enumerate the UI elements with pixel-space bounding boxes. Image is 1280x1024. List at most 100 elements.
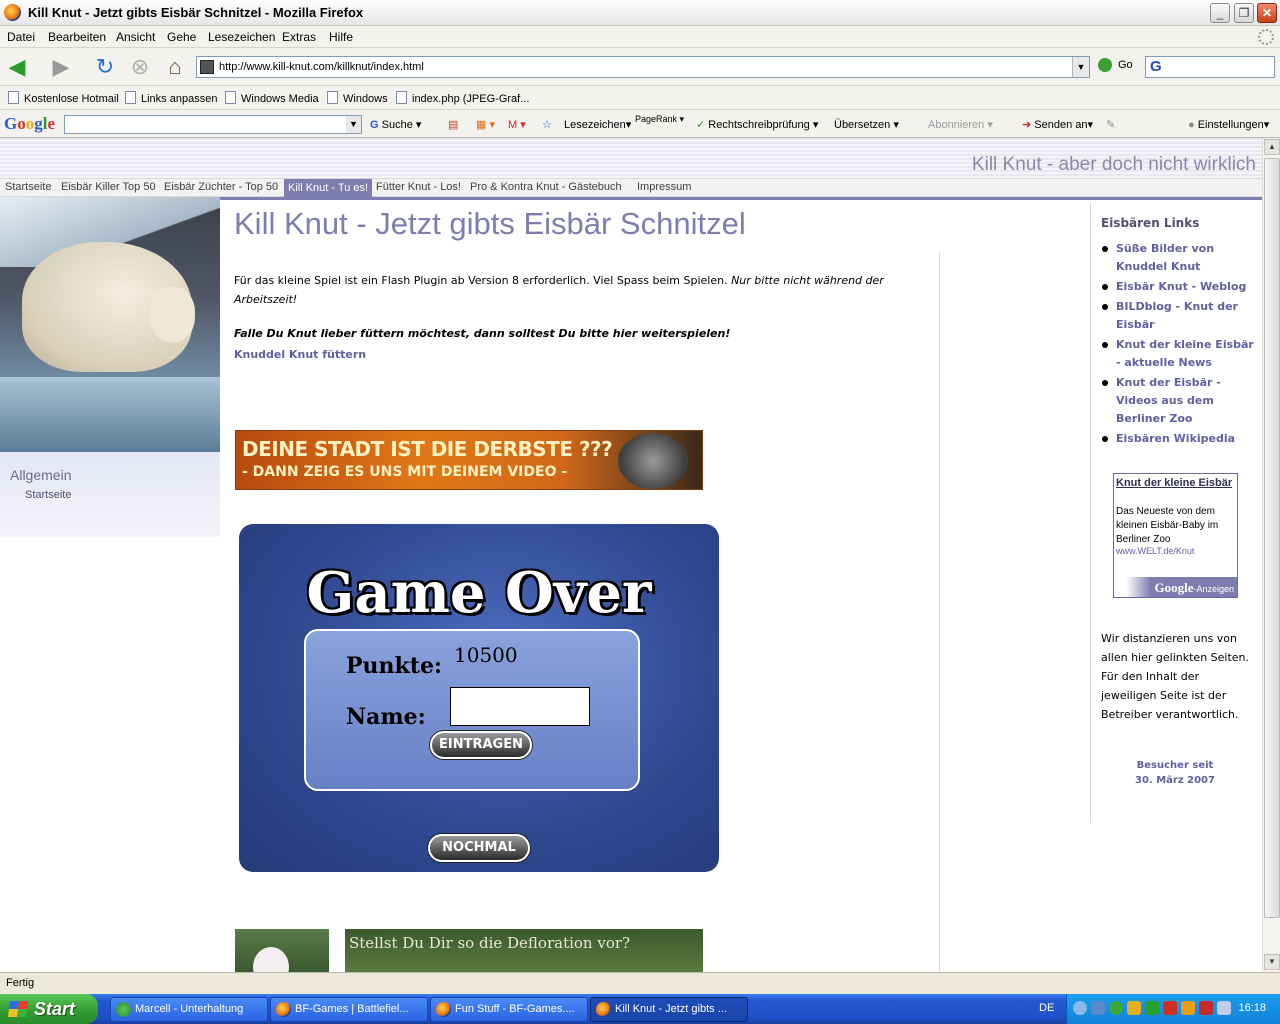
nav-eisbaer-zuechter-top50[interactable]: Eisbär Züchter - Top 50 xyxy=(160,181,282,193)
bottom-banner-ad[interactable]: Stellst Du Dir so die Defloration vor? xyxy=(345,929,703,972)
scroll-up-arrow-icon[interactable]: ▲ xyxy=(1264,139,1280,155)
scroll-down-arrow-icon[interactable]: ▼ xyxy=(1264,954,1280,970)
url-dropdown-button[interactable]: ▼ xyxy=(1072,57,1089,77)
language-indicator[interactable]: DE xyxy=(1039,1002,1054,1014)
tray-app-icon[interactable] xyxy=(1127,1001,1141,1015)
points-label: Punkte: xyxy=(346,653,443,679)
menu-ansicht[interactable]: Ansicht xyxy=(116,30,155,44)
sidebar-link[interactable]: Süße Bilder von Knuddel Knut xyxy=(1101,240,1256,276)
search-box[interactable]: G xyxy=(1145,56,1275,78)
google-bookmarks-button[interactable]: Lesezeichen▾ xyxy=(564,118,631,131)
taskbar-item-msn[interactable]: Marcell - Unterhaltung xyxy=(110,997,268,1022)
taskbar-item-bf-games[interactable]: BF-Games | Battlefiel... xyxy=(270,997,428,1022)
google-search-input[interactable]: ▼ xyxy=(64,115,362,134)
menu-lesezeichen[interactable]: Lesezeichen xyxy=(208,30,275,44)
taskbar-item-fun-stuff[interactable]: Fun Stuff - BF-Games.... xyxy=(430,997,588,1022)
network-icon[interactable] xyxy=(1091,1001,1105,1015)
forward-arrow-icon[interactable]: ▶ xyxy=(48,54,74,80)
bookmark-windows[interactable]: Windows xyxy=(327,91,388,105)
sidebar-link[interactable]: BILDblog - Knut der Eisbär xyxy=(1101,298,1256,334)
menu-extras[interactable]: Extras xyxy=(282,30,316,44)
popup-blocker-icon[interactable]: ▤ xyxy=(448,118,458,131)
name-input[interactable] xyxy=(450,687,590,726)
intro-text: Für das kleine Spiel ist ein Flash Plugi… xyxy=(234,274,884,306)
reload-icon[interactable]: ↻ xyxy=(92,54,118,80)
tray-warning-icon[interactable] xyxy=(1181,1001,1195,1015)
url-input[interactable] xyxy=(219,59,1059,75)
send-to-button[interactable]: ➜ Senden an▾ xyxy=(1022,118,1093,131)
nav-kill-knut[interactable]: Kill Knut - Tu es! xyxy=(284,179,373,197)
subscribe-button[interactable]: Abonnieren ▾ xyxy=(928,118,993,131)
google-search-dropdown[interactable]: ▼ xyxy=(346,116,361,133)
flash-game[interactable]: Game Over Punkte: 10500 Name: EINTRAGEN … xyxy=(239,524,719,872)
left-menu: Allgemein Startseite xyxy=(0,452,220,537)
google-search-button[interactable]: G Suche ▾ xyxy=(370,118,421,131)
gmail-icon[interactable]: M ▾ xyxy=(508,118,526,131)
close-button[interactable]: ✕ xyxy=(1257,3,1277,23)
menu-bearbeiten[interactable]: Bearbeiten xyxy=(48,30,106,44)
eintragen-button[interactable]: EINTRAGEN xyxy=(430,731,532,759)
left-menu-startseite[interactable]: Startseite xyxy=(25,489,71,501)
page-title: Kill Knut - Jetzt gibts Eisbär Schnitzel xyxy=(234,206,746,241)
feed-knut-link[interactable]: Knuddel Knut füttern xyxy=(234,348,366,361)
start-button[interactable]: Start xyxy=(0,994,98,1024)
nav-impressum[interactable]: Impressum xyxy=(633,181,695,193)
bookmark-hotmail[interactable]: Kostenlose Hotmail xyxy=(8,91,119,105)
polar-bear-image xyxy=(0,197,220,452)
stop-icon[interactable]: ⊗ xyxy=(127,54,153,80)
url-bar[interactable]: ▼ xyxy=(196,56,1090,78)
nochmal-button[interactable]: NOCHMAL xyxy=(428,834,530,862)
translate-button[interactable]: Übersetzen ▾ xyxy=(834,118,899,131)
taskbar-item-kill-knut[interactable]: Kill Knut - Jetzt gibts ... xyxy=(590,997,748,1022)
bookmark-windows-media[interactable]: Windows Media xyxy=(225,91,319,105)
minimize-button[interactable]: _ xyxy=(1210,3,1230,23)
maximize-button[interactable]: ❐ xyxy=(1234,3,1254,23)
game-over-title: Game Over xyxy=(306,560,652,626)
sidebar-link[interactable]: Knut der kleine Eisbär - aktuelle News xyxy=(1101,336,1256,372)
msn-tray-icon[interactable] xyxy=(1109,1001,1123,1015)
tray-expand-icon[interactable] xyxy=(1073,1001,1087,1015)
google-ad-box[interactable]: Knut der kleine Eisbär Das Neueste von d… xyxy=(1113,473,1238,598)
star-icon[interactable]: ☆ xyxy=(542,118,552,131)
nav-gaestebuch[interactable]: Pro & Kontra Knut - Gästebuch xyxy=(466,181,626,193)
flower-thumbnail[interactable] xyxy=(235,929,329,972)
google-toolbar: Google ▼ G Suche ▾ ▤ ▦ ▾ M ▾ ☆ Lesezeich… xyxy=(0,110,1280,138)
ad-footer: Google-Anzeigen xyxy=(1114,577,1237,597)
scrollbar-thumb[interactable] xyxy=(1264,158,1280,918)
highlight-icon[interactable]: ✎ xyxy=(1106,118,1115,131)
vertical-scrollbar[interactable]: ▲ ▼ xyxy=(1262,138,1280,972)
news-icon[interactable]: ▦ ▾ xyxy=(476,118,495,131)
nav-eisbaer-killer-top50[interactable]: Eisbär Killer Top 50 xyxy=(57,181,160,193)
bookmark-index-php[interactable]: index.php (JPEG-Graf... xyxy=(396,91,529,105)
left-menu-heading: Allgemein xyxy=(10,467,72,483)
menu-gehe[interactable]: Gehe xyxy=(167,30,196,44)
antivirus-icon[interactable] xyxy=(1199,1001,1213,1015)
speaker-icon[interactable] xyxy=(1217,1001,1231,1015)
nav-fuetter-knut[interactable]: Fütter Knut - Los! xyxy=(372,181,465,193)
throbber-icon xyxy=(1258,29,1274,45)
ad-title[interactable]: Knut der kleine Eisbär xyxy=(1116,476,1234,490)
media-play-icon[interactable] xyxy=(1145,1001,1159,1015)
sidebar-link[interactable]: Eisbär Knut - Weblog xyxy=(1101,278,1256,296)
menu-datei[interactable]: Datei xyxy=(7,30,35,44)
back-arrow-icon[interactable]: ◀ xyxy=(4,54,30,80)
nav-startseite[interactable]: Startseite xyxy=(1,181,55,193)
google-settings-button[interactable]: ● Einstellungen▾ xyxy=(1188,118,1269,131)
banner-disc-icon xyxy=(618,433,688,489)
go-button[interactable]: Go xyxy=(1098,58,1133,72)
sidebar-link[interactable]: Knut der Eisbär - Videos aus dem Berline… xyxy=(1101,374,1256,428)
sidebar-link[interactable]: Eisbären Wikipedia xyxy=(1101,430,1256,448)
visitor-counter: Besucher seit 30. März 2007 xyxy=(1135,760,1215,786)
video-banner-ad[interactable]: DEINE STADT IST DIE DERBSTE ??? - DANN Z… xyxy=(235,430,703,490)
msn-icon xyxy=(116,1002,131,1017)
google-logo[interactable]: Google xyxy=(4,114,55,134)
bookmark-links-anpassen[interactable]: Links anpassen xyxy=(125,91,217,105)
site-header: Kill Knut - aber doch nicht wirklich xyxy=(0,138,1262,178)
bookmarks-toolbar: Kostenlose Hotmail Links anpassen Window… xyxy=(0,86,1280,110)
spellcheck-button[interactable]: ✓ Rechtschreibprüfung ▾ xyxy=(696,118,818,131)
menu-hilfe[interactable]: Hilfe xyxy=(329,30,353,44)
tray-close-icon[interactable] xyxy=(1163,1001,1177,1015)
home-icon[interactable]: ⌂ xyxy=(162,54,188,80)
ad-url[interactable]: www.WELT.de/Knut xyxy=(1116,546,1194,556)
site-tagline: Kill Knut - aber doch nicht wirklich xyxy=(971,154,1256,175)
